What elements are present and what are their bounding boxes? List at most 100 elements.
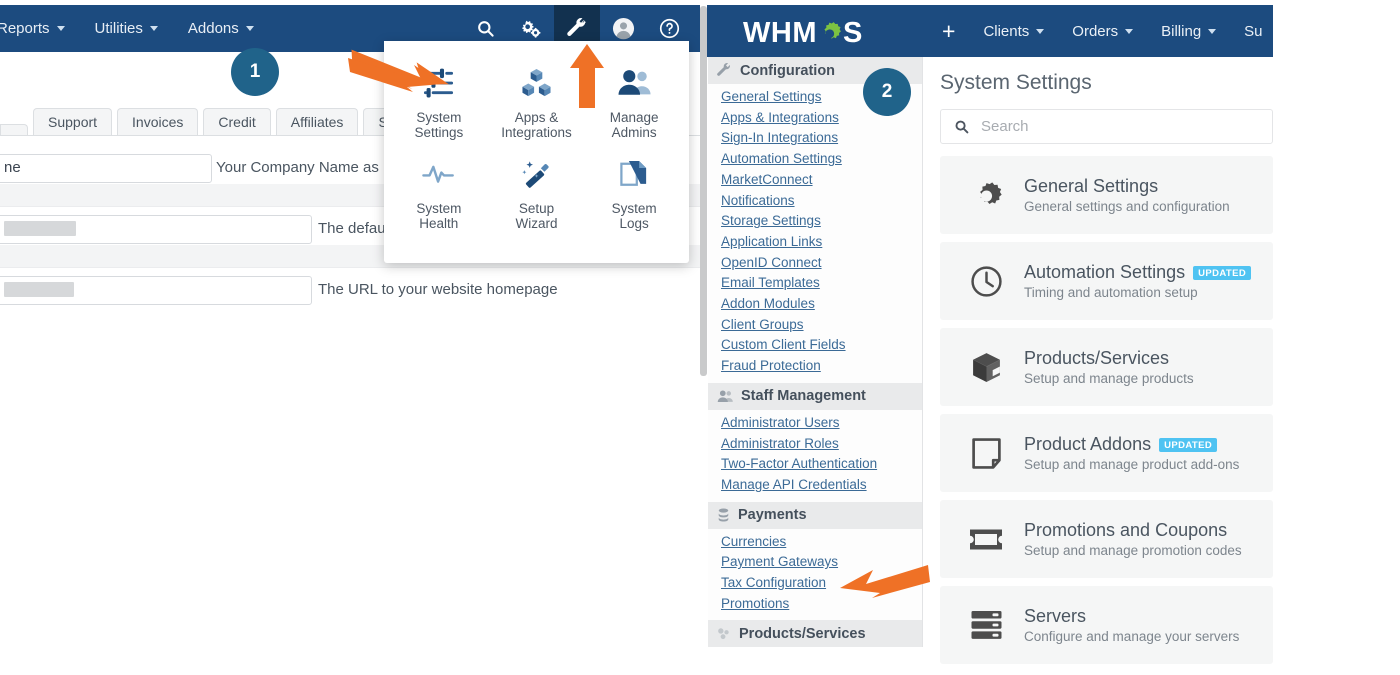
sidebar-section-products-services: Products/Services <box>708 620 922 648</box>
step-badge-label: 1 <box>249 61 261 82</box>
menu-item-label: Apps & Integrations <box>501 110 572 140</box>
sidebar-section-staff-management: Staff Management <box>708 382 922 410</box>
nav-item-orders[interactable]: Orders <box>1058 23 1147 40</box>
tab-clipped[interactable] <box>0 124 28 135</box>
menu-item-system-logs[interactable]: System Logs <box>585 148 683 239</box>
settings-card-text: Products/Services Setup and manage produ… <box>1024 348 1194 386</box>
staff-management-links: Administrator Users Administrator Roles … <box>708 410 922 502</box>
settings-card-general-settings[interactable]: General Settings General settings and co… <box>940 156 1273 234</box>
step-badge-2: 2 <box>863 68 911 116</box>
settings-cards-list: General Settings General settings and co… <box>940 156 1277 664</box>
magic-wand-icon <box>520 156 552 192</box>
sidebar-link-client-groups[interactable]: Client Groups <box>721 315 922 336</box>
sidebar-link-sign-in-integrations[interactable]: Sign-In Integrations <box>721 128 922 149</box>
system-settings-main: System Settings Search General Settings <box>932 57 1277 664</box>
company-name-value: ne <box>4 159 21 176</box>
settings-card-automation-settings[interactable]: Automation Settings UPDATED Timing and a… <box>940 242 1273 320</box>
sidebar-link-administrator-roles[interactable]: Administrator Roles <box>721 434 922 455</box>
tab-invoices[interactable]: Invoices <box>117 108 199 135</box>
nav-item-label: Su <box>1244 22 1263 40</box>
users-icon <box>617 65 651 101</box>
settings-card-title-row: Promotions and Coupons <box>1024 520 1242 541</box>
menu-item-label: System Settings <box>414 110 464 140</box>
menu-item-system-health[interactable]: System Health <box>390 148 488 239</box>
vertical-scrollbar[interactable] <box>700 6 707 376</box>
company-name-input[interactable] <box>0 154 212 183</box>
settings-card-servers[interactable]: Servers Configure and manage your server… <box>940 586 1273 664</box>
sidebar-link-addon-modules[interactable]: Addon Modules <box>721 294 922 315</box>
settings-card-text: Promotions and Coupons Setup and manage … <box>1024 520 1242 558</box>
settings-card-subtitle: Setup and manage promotion codes <box>1024 543 1242 558</box>
chevron-down-icon <box>1036 28 1045 34</box>
add-new-button[interactable]: + <box>928 19 969 43</box>
tab-support[interactable]: Support <box>33 108 113 135</box>
boxes-icon <box>718 628 729 640</box>
sidebar-link-marketconnect[interactable]: MarketConnect <box>721 170 922 191</box>
sidebar-link-automation-settings[interactable]: Automation Settings <box>721 149 922 170</box>
sidebar-link-application-links[interactable]: Application Links <box>721 232 922 253</box>
redacted-value <box>4 221 76 236</box>
nav-item-support[interactable]: Su <box>1230 23 1276 40</box>
nav-item-label: Clients <box>983 22 1030 40</box>
page-icon <box>966 437 1006 470</box>
nav-item-billing[interactable]: Billing <box>1147 23 1230 40</box>
settings-card-products-services[interactable]: Products/Services Setup and manage produ… <box>940 328 1273 406</box>
sidebar-link-currencies[interactable]: Currencies <box>721 532 922 553</box>
left-screenshot-panel: Reports Utilities Addons Support Invoice… <box>0 0 700 675</box>
money-icon <box>718 508 729 522</box>
settings-card-title-row: Servers <box>1024 606 1239 627</box>
sidebar-link-notifications[interactable]: Notifications <box>721 191 922 212</box>
settings-card-text: Product Addons UPDATED Setup and manage … <box>1024 434 1239 472</box>
sidebar-link-openid-connect[interactable]: OpenID Connect <box>721 253 922 274</box>
chevron-down-icon <box>245 26 254 31</box>
sidebar-link-manage-api-credentials[interactable]: Manage API Credentials <box>721 475 922 496</box>
settings-search-box[interactable]: Search <box>940 109 1273 144</box>
settings-card-subtitle: Setup and manage products <box>1024 371 1194 386</box>
sidebar-link-fraud-protection[interactable]: Fraud Protection <box>721 356 922 377</box>
wrench-icon <box>717 63 730 76</box>
apps-cubes-icon <box>521 65 552 101</box>
sidebar-link-administrator-users[interactable]: Administrator Users <box>721 413 922 434</box>
nav-item-utilities[interactable]: Utilities <box>80 20 173 37</box>
whmcs-logo-text-s: S <box>842 17 863 49</box>
tab-affiliates[interactable]: Affiliates <box>275 108 359 135</box>
settings-card-text: Automation Settings UPDATED Timing and a… <box>1024 262 1252 300</box>
tab-credit[interactable]: Credit <box>203 108 271 135</box>
settings-card-promotions-coupons[interactable]: Promotions and Coupons Setup and manage … <box>940 500 1273 578</box>
menu-item-label: System Health <box>416 201 462 231</box>
nav-item-label: Reports <box>0 20 50 37</box>
sidebar-link-two-factor-authentication[interactable]: Two-Factor Authentication <box>721 454 922 475</box>
server-icon <box>966 610 1006 640</box>
sidebar-section-title: Products/Services <box>739 625 866 642</box>
step-badge-1: 1 <box>231 48 279 96</box>
settings-card-text: Servers Configure and manage your server… <box>1024 606 1239 644</box>
nav-item-clients[interactable]: Clients <box>969 23 1058 40</box>
search-icon <box>955 120 969 134</box>
nav-item-reports[interactable]: Reports <box>0 20 80 37</box>
gear-logo-icon <box>824 22 841 39</box>
chevron-down-icon <box>1208 28 1217 34</box>
step-badge-label: 2 <box>881 81 893 102</box>
sidebar-link-custom-client-fields[interactable]: Custom Client Fields <box>721 335 922 356</box>
settings-card-subtitle: Timing and automation setup <box>1024 285 1198 300</box>
settings-card-product-addons[interactable]: Product Addons UPDATED Setup and manage … <box>940 414 1273 492</box>
menu-item-label: Manage Admins <box>609 110 659 140</box>
left-nav-menu: Reports Utilities Addons <box>0 5 269 52</box>
gear-icon <box>966 179 1006 212</box>
right-screenshot-panel: WHM S + Clients Orders Billing Su Config… <box>700 0 1400 675</box>
menu-item-label: Setup Wizard <box>515 201 558 231</box>
menu-item-setup-wizard[interactable]: Setup Wizard <box>488 148 586 239</box>
sidebar-section-title: Staff Management <box>741 388 866 405</box>
menu-item-label: System Logs <box>611 201 657 231</box>
sidebar-link-storage-settings[interactable]: Storage Settings <box>721 211 922 232</box>
settings-card-subtitle: Configure and manage your servers <box>1024 629 1240 644</box>
default-help: The defau <box>318 220 386 237</box>
nav-item-addons[interactable]: Addons <box>173 20 269 37</box>
sidebar-link-email-templates[interactable]: Email Templates <box>721 273 922 294</box>
company-name-help: Your Company Name as <box>216 159 379 176</box>
nav-item-label: Billing <box>1161 22 1202 40</box>
documents-icon <box>620 156 648 192</box>
cube-icon <box>966 351 1006 384</box>
settings-card-title: Promotions and Coupons <box>1024 520 1228 540</box>
arrow-to-system-settings <box>348 49 449 92</box>
